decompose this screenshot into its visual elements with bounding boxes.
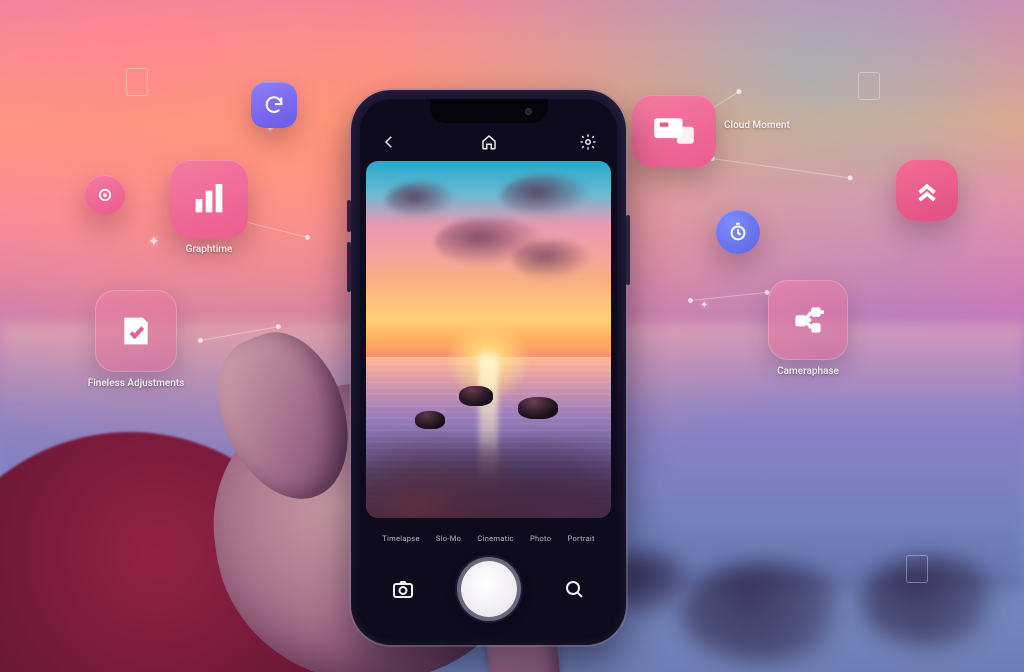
search-button[interactable]	[559, 574, 589, 604]
tile-share-label: Cameraphase	[760, 366, 856, 377]
target-icon	[96, 186, 114, 204]
tile-upvote[interactable]	[896, 159, 958, 221]
vf-cloud	[513, 240, 593, 280]
camera-mode[interactable]: Photo	[530, 534, 551, 543]
share-nodes-icon	[789, 301, 827, 339]
scene-root: ✦ ✦ ✦ Graphtime Fineless Adjustments	[0, 0, 1024, 672]
phone-side-button	[626, 215, 630, 285]
devices-icon	[651, 114, 697, 148]
tile-cloud-moment[interactable]	[632, 95, 716, 167]
camera-viewfinder[interactable]	[366, 161, 611, 518]
back-button[interactable]	[376, 129, 402, 155]
tile-refresh[interactable]	[251, 82, 297, 128]
tile-share[interactable]	[768, 280, 848, 360]
camera-mode[interactable]: Slo-Mo	[436, 534, 461, 543]
home-button[interactable]	[476, 129, 502, 155]
sparkle-icon: ✦	[148, 234, 160, 250]
settings-button[interactable]	[575, 129, 601, 155]
tile-cloud-moment-label: Cloud Moment	[724, 120, 790, 131]
connector-line	[240, 220, 308, 238]
camera-mode-row: Timelapse Slo-Mo Cinematic Photo Portrai…	[360, 526, 617, 550]
decorative-frame-icon	[126, 68, 148, 96]
phone-notch	[430, 99, 548, 123]
decorative-frame-icon	[858, 72, 880, 100]
decorative-frame-icon	[906, 555, 928, 583]
bar-chart-icon	[189, 179, 229, 219]
phone-screen: Timelapse Slo-Mo Cinematic Photo Portrai…	[360, 99, 617, 636]
tile-analytics-label: Graphtime	[170, 244, 248, 255]
camera-topbar	[360, 125, 617, 159]
note-check-icon	[116, 311, 156, 351]
phone-volume-button	[347, 200, 351, 232]
camera-mode[interactable]: Cinematic	[477, 534, 513, 543]
decorative-frame-icon	[88, 560, 110, 588]
background-rock	[680, 562, 850, 662]
home-icon	[480, 133, 498, 151]
camera-bottombar	[360, 554, 617, 624]
camera-mode[interactable]: Portrait	[568, 534, 595, 543]
connector-line	[690, 292, 768, 301]
background-rock	[860, 556, 1000, 646]
double-chevron-up-icon	[912, 175, 942, 205]
vf-cloud	[501, 175, 591, 217]
connector-line	[712, 158, 851, 178]
tile-timer[interactable]	[716, 210, 760, 254]
timer-icon	[727, 221, 749, 243]
shutter-button[interactable]	[461, 561, 517, 617]
gallery-button[interactable]	[388, 574, 418, 604]
tile-adjust-label: Fineless Adjustments	[70, 378, 202, 389]
refresh-icon	[263, 94, 285, 116]
camera-mode[interactable]: Timelapse	[382, 534, 420, 543]
phone: Timelapse Slo-Mo Cinematic Photo Portrai…	[351, 90, 626, 645]
search-icon	[562, 577, 586, 601]
vf-foreground-rocks	[366, 369, 611, 518]
tile-analytics[interactable]	[170, 160, 248, 238]
tile-adjust[interactable]	[95, 290, 177, 372]
phone-volume-button	[347, 242, 351, 292]
chevron-left-icon	[380, 133, 398, 151]
gear-icon	[579, 133, 597, 151]
vf-cloud	[386, 182, 456, 218]
sparkle-icon: ✦	[700, 300, 708, 311]
camera-icon	[391, 577, 415, 601]
tile-target[interactable]	[85, 175, 125, 215]
